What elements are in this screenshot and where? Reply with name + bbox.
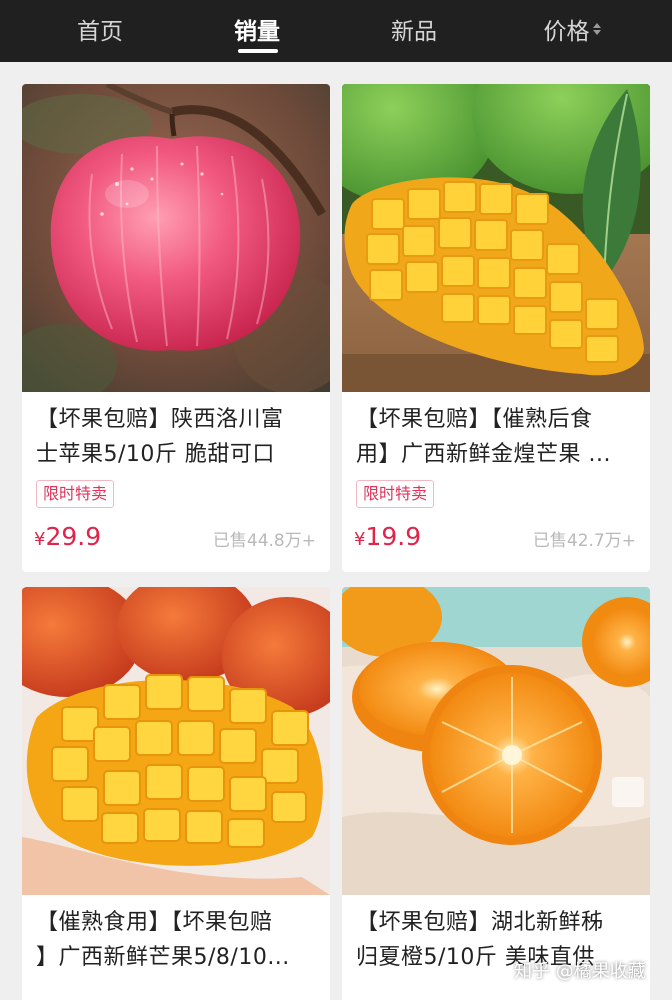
top-tab-bar: 首页 销量 新品 价格 xyxy=(0,0,672,62)
product-price: ¥29.9 xyxy=(34,522,101,551)
product-card[interactable]: 【坏果包赔】陕西洛川富 士苹果5/10斤 脆甜可口 限时特卖 ¥29.9 已售4… xyxy=(22,84,330,572)
price-value: 19.9 xyxy=(365,522,422,551)
product-title: 【催熟食用】【坏果包赔 】广西新鲜芒果5/8/10... xyxy=(36,905,320,975)
watermark: 知乎 @橘果收藏 xyxy=(514,961,646,982)
tab-new-label: 新品 xyxy=(391,19,437,45)
tab-new[interactable]: 新品 xyxy=(364,0,464,58)
product-image-oranges xyxy=(342,587,650,895)
product-title-line: 【坏果包赔】【催熟后食 xyxy=(356,407,593,432)
product-title-line: 【坏果包赔】湖北新鲜秭 xyxy=(356,910,604,935)
product-image-mango xyxy=(342,84,650,392)
product-title: 【坏果包赔】【催熟后食 用】广西新鲜金煌芒果 ... xyxy=(356,402,640,472)
tab-home-label: 首页 xyxy=(77,19,123,45)
product-card[interactable]: 【坏果包赔】湖北新鲜秭 归夏橙5/10斤 美味直供 xyxy=(342,587,650,1000)
tab-price[interactable]: 价格 xyxy=(522,0,622,58)
price-value: 29.9 xyxy=(45,522,102,551)
product-card[interactable]: 【催熟食用】【坏果包赔 】广西新鲜芒果5/8/10... xyxy=(22,587,330,1000)
product-image-mango-hand xyxy=(22,587,330,895)
product-title: 【坏果包赔】陕西洛川富 士苹果5/10斤 脆甜可口 xyxy=(36,402,320,472)
product-title-line: 士苹果5/10斤 脆甜可口 xyxy=(36,442,275,467)
tab-sales-label: 销量 xyxy=(234,19,280,45)
sold-count: 已售44.8万+ xyxy=(212,531,316,551)
product-card[interactable]: 【坏果包赔】【催熟后食 用】广西新鲜金煌芒果 ... 限时特卖 ¥19.9 已售… xyxy=(342,84,650,572)
promo-badge: 限时特卖 xyxy=(356,480,435,508)
promo-badge: 限时特卖 xyxy=(36,480,115,508)
product-title-line: 【催熟食用】【坏果包赔 xyxy=(36,910,273,935)
product-title-line: 用】广西新鲜金煌芒果 ... xyxy=(356,442,611,467)
product-image-apple xyxy=(22,84,330,392)
product-price: ¥19.9 xyxy=(354,522,421,551)
product-title-line: 【坏果包赔】陕西洛川富 xyxy=(36,407,284,432)
sort-arrows-icon xyxy=(592,23,601,35)
tab-home[interactable]: 首页 xyxy=(50,0,150,58)
product-title-line: 】广西新鲜芒果5/8/10... xyxy=(36,945,290,970)
tab-price-label: 价格 xyxy=(543,19,590,45)
active-tab-indicator xyxy=(238,49,278,53)
sold-count: 已售42.7万+ xyxy=(532,531,636,551)
currency-symbol: ¥ xyxy=(34,529,46,550)
currency-symbol: ¥ xyxy=(354,529,366,550)
